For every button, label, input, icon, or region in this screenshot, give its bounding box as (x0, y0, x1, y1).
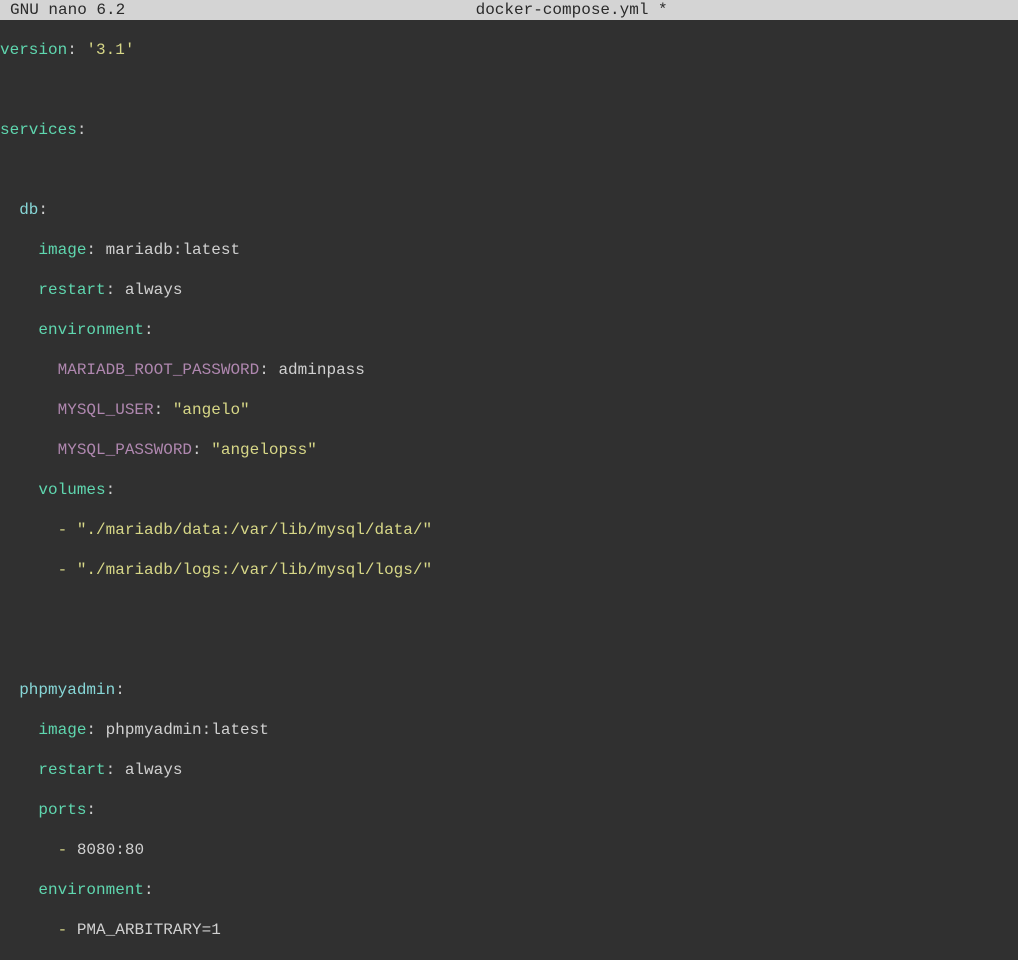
db-environment-key: environment (38, 321, 144, 339)
env-pw-val: "angelopss" (211, 441, 317, 459)
db-restart-val: always (125, 281, 183, 299)
pma-env1: PMA_ARBITRARY=1 (77, 921, 221, 939)
pma-image-key: image (38, 721, 86, 739)
env-root-pw-val: adminpass (278, 361, 364, 379)
pma-environment-key: environment (38, 881, 144, 899)
db-restart-key: restart (38, 281, 105, 299)
dash-icon: - (58, 561, 68, 579)
env-pw-key: MYSQL_PASSWORD (58, 441, 192, 459)
db-volumes-key: volumes (38, 481, 105, 499)
yaml-key-services: services (0, 121, 77, 139)
pma-image-val: phpmyadmin:latest (106, 721, 269, 739)
db-vol2: "./mariadb/logs:/var/lib/mysql/logs/" (77, 561, 432, 579)
filename: docker-compose.yml * (125, 0, 1018, 20)
pma-port1: 8080:80 (77, 841, 144, 859)
yaml-val-version: '3.1' (86, 41, 134, 59)
db-image-key: image (38, 241, 86, 259)
env-root-pw-key: MARIADB_ROOT_PASSWORD (58, 361, 260, 379)
yaml-key-version: version (0, 41, 67, 59)
dash-icon: - (58, 921, 68, 939)
pma-ports-key: ports (38, 801, 86, 819)
db-vol1: "./mariadb/data:/var/lib/mysql/data/" (77, 521, 432, 539)
service-db: db (19, 201, 38, 219)
editor-content[interactable]: version: '3.1' services: db: image: mari… (0, 20, 1018, 960)
db-image-val: mariadb:latest (106, 241, 240, 259)
pma-restart-key: restart (38, 761, 105, 779)
titlebar: GNU nano 6.2 docker-compose.yml * (0, 0, 1018, 20)
env-user-key: MYSQL_USER (58, 401, 154, 419)
dash-icon: - (58, 841, 68, 859)
pma-restart-val: always (125, 761, 183, 779)
app-name: GNU nano 6.2 (0, 0, 125, 20)
dash-icon: - (58, 521, 68, 539)
service-phpmyadmin: phpmyadmin (19, 681, 115, 699)
env-user-val: "angelo" (173, 401, 250, 419)
